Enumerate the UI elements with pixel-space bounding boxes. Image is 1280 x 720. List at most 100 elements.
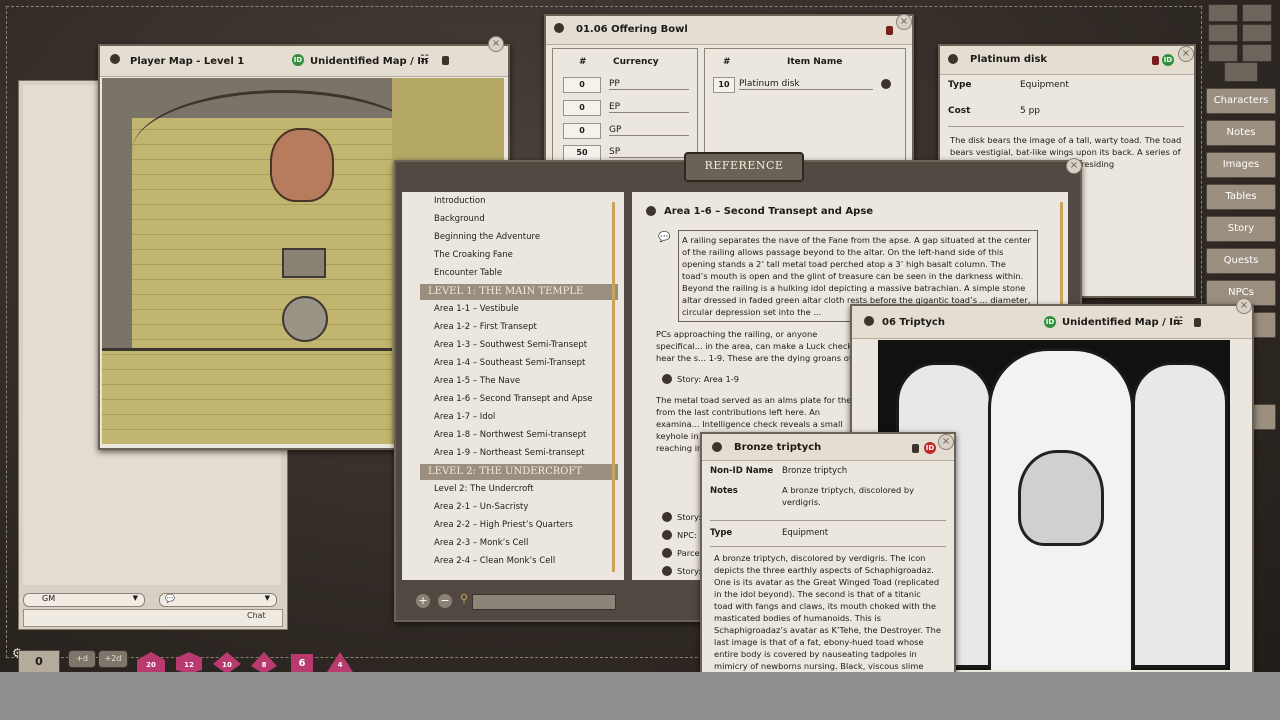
tool-button[interactable] <box>1242 24 1272 42</box>
currency-name[interactable]: GP <box>609 125 689 136</box>
close-icon[interactable]: × <box>1066 158 1082 174</box>
sidebar-button-tables[interactable]: Tables <box>1206 184 1276 210</box>
sidebar-button-notes[interactable]: Notes <box>1206 120 1276 146</box>
lock-icon[interactable] <box>912 444 919 453</box>
nonid-value[interactable]: Bronze triptych <box>782 466 847 476</box>
story-link[interactable]: Story: Area 1-9 <box>662 374 739 384</box>
d20-icon[interactable]: 20 <box>136 652 166 674</box>
add-two-dice-button[interactable]: +2d <box>98 650 128 668</box>
sidebar-button-quests[interactable]: Quests <box>1206 248 1276 274</box>
currency-name[interactable]: PP <box>609 79 689 90</box>
d6-icon[interactable]: 6 <box>290 652 314 674</box>
d8-icon[interactable]: 8 <box>250 652 278 674</box>
currency-qty[interactable]: 50 <box>563 145 601 161</box>
language-select[interactable]: 💬 ▼ <box>159 593 277 607</box>
toc-item[interactable]: The Croaking Fane <box>434 250 513 260</box>
lock-icon[interactable] <box>1194 318 1201 327</box>
tool-button[interactable] <box>1208 4 1238 22</box>
sidebar-button-story[interactable]: Story <box>1206 216 1276 242</box>
close-icon[interactable]: × <box>896 14 912 30</box>
d12-label: 12 <box>184 661 194 669</box>
link-row[interactable]: NPC: <box>662 530 697 540</box>
close-icon[interactable]: × <box>938 434 954 450</box>
item-qty[interactable]: 10 <box>713 77 735 93</box>
type-value[interactable]: Equipment <box>1020 80 1069 90</box>
toc-item[interactable]: Area 2-4 – Clean Monk’s Cell <box>434 556 555 566</box>
toc-item[interactable]: Area 2-2 – High Priest’s Quarters <box>434 520 573 530</box>
d10-icon[interactable]: 10 <box>212 652 242 674</box>
offering-bowl-titlebar[interactable]: 01.06 Offering Bowl <box>546 16 912 45</box>
toc-item[interactable]: Level 2: The Undercroft <box>434 484 534 494</box>
identified-icon[interactable]: ID <box>292 54 304 66</box>
toc-item[interactable]: Area 1-1 – Vestibule <box>434 304 519 314</box>
identity-select[interactable]: GM ▼ <box>23 593 145 607</box>
toc-scrollbar[interactable] <box>612 202 615 572</box>
toc-section-level1[interactable]: LEVEL 1: THE MAIN TEMPLE <box>420 284 618 300</box>
bronze-triptych-titlebar[interactable]: Bronze triptych ID <box>702 434 954 461</box>
currency-qty[interactable]: 0 <box>563 123 601 139</box>
link-row[interactable]: Story: <box>662 512 701 522</box>
toc-item[interactable]: Area 1-8 – Northwest Semi-transept <box>434 430 586 440</box>
toc-item[interactable]: Encounter Table <box>434 268 502 278</box>
type-value[interactable]: Equipment <box>782 528 828 538</box>
toc-item[interactable]: Area 1-9 – Northeast Semi-transept <box>434 448 585 458</box>
item-link-icon[interactable] <box>881 79 891 89</box>
player-map-titlebar[interactable]: Player Map - Level 1 ID Unidentified Map… <box>100 46 508 77</box>
remove-icon[interactable]: − <box>438 594 452 608</box>
reference-title-plate[interactable]: REFERENCE <box>684 152 804 182</box>
triptych-map-title: 06 Triptych <box>882 317 945 328</box>
notes-value[interactable]: A bronze triptych, discolored by verdigr… <box>782 484 932 508</box>
sidebar-hand-button[interactable] <box>1224 62 1258 82</box>
tool-button[interactable] <box>1208 24 1238 42</box>
currency-name[interactable]: SP <box>609 147 689 158</box>
toc-item[interactable]: Area 1-4 – Southeast Semi-Transept <box>434 358 585 368</box>
bronze-triptych-description: A bronze triptych, discolored by verdigr… <box>714 553 941 671</box>
lock-icon[interactable] <box>886 26 893 35</box>
share-icon[interactable]: ☷ <box>1174 316 1183 327</box>
identified-icon[interactable]: ID <box>1044 316 1056 328</box>
toc-item[interactable]: Introduction <box>434 196 485 206</box>
link-row[interactable]: Parce <box>662 548 700 558</box>
item-name[interactable]: Platinum disk <box>739 79 873 90</box>
reference-search-input[interactable] <box>472 594 616 610</box>
toc-item[interactable]: Area 1-3 – Southwest Semi-Transept <box>434 340 587 350</box>
close-icon[interactable]: × <box>1236 298 1252 314</box>
chat-send-button[interactable]: Chat <box>247 611 266 620</box>
modifier-box[interactable]: 0 <box>18 650 60 674</box>
sidebar-button-images[interactable]: Images <box>1206 152 1276 178</box>
d12-icon[interactable]: 12 <box>174 652 204 674</box>
d4-icon[interactable]: 4 <box>326 652 354 672</box>
player-map-image[interactable] <box>102 78 392 444</box>
add-icon[interactable]: + <box>416 594 430 608</box>
triptych-map-titlebar[interactable]: 06 Triptych ID Unidentified Map / In ☷ <box>852 306 1252 339</box>
chat-input[interactable] <box>23 609 283 627</box>
lock-icon[interactable] <box>1152 56 1159 65</box>
close-icon[interactable]: × <box>488 36 504 52</box>
share-icon[interactable]: ☷ <box>420 54 429 65</box>
unidentified-icon[interactable]: ID <box>924 442 936 454</box>
tool-button[interactable] <box>1242 4 1272 22</box>
toc-item[interactable]: Area 1-2 – First Transept <box>434 322 537 332</box>
link-row[interactable]: Story: <box>662 566 701 576</box>
toc-section-level2[interactable]: LEVEL 2: THE UNDERCROFT <box>420 464 618 480</box>
tool-button[interactable] <box>1208 44 1238 62</box>
toc-item[interactable]: Background <box>434 214 485 224</box>
cost-value[interactable]: 5 pp <box>1020 106 1040 116</box>
add-die-button[interactable]: +d <box>68 650 96 668</box>
toc-item[interactable]: Area 2-1 – Un-Sacristy <box>434 502 528 512</box>
type-label: Type <box>710 528 733 538</box>
currency-qty[interactable]: 0 <box>563 100 601 116</box>
close-icon[interactable]: × <box>1178 46 1194 62</box>
sidebar-button-characters[interactable]: Characters <box>1206 88 1276 114</box>
toc-item[interactable]: Area 1-5 – The Nave <box>434 376 520 386</box>
toc-item[interactable]: Area 2-3 – Monk’s Cell <box>434 538 528 548</box>
toc-item[interactable]: Beginning the Adventure <box>434 232 540 242</box>
identified-icon[interactable]: ID <box>1162 54 1174 66</box>
tool-button[interactable] <box>1242 44 1272 62</box>
toc-item[interactable]: Area 1-6 – Second Transept and Apse <box>434 394 592 404</box>
platinum-disk-titlebar[interactable]: Platinum disk ID <box>940 46 1194 75</box>
toc-item[interactable]: Area 1-7 – Idol <box>434 412 495 422</box>
lock-icon[interactable] <box>442 56 449 65</box>
currency-qty[interactable]: 0 <box>563 77 601 93</box>
currency-name[interactable]: EP <box>609 102 689 113</box>
